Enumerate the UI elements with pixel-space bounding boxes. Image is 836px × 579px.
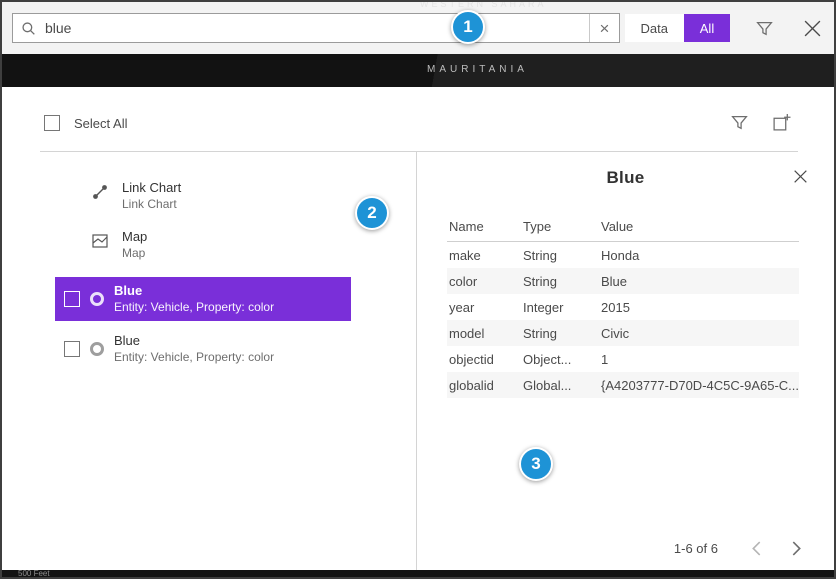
detail-header: Blue [417,168,834,188]
select-all-label: Select All [74,116,127,131]
cell-name: model [447,326,523,341]
property-table-body: make String Honda color String Blue year… [447,242,799,398]
property-table: Name Type Value make String Honda color … [447,212,799,398]
cell-value: {A4203777-D70D-4C5C-9A65-C... [601,378,799,393]
search-toolbar: WESTERN SAHARA × Data All [2,2,834,54]
filter-icon[interactable] [756,20,773,37]
item-subtitle: Entity: Vehicle, Property: color [114,301,274,314]
previous-page-icon[interactable] [744,541,768,556]
cell-name: globalid [447,378,523,393]
item-title: Blue [114,284,274,298]
item-title: Map [122,230,147,244]
cell-name: color [447,274,523,289]
close-detail-icon[interactable] [793,169,808,184]
cell-value: 1 [601,352,799,367]
entity-property-icon [90,342,104,356]
results-filter-icon[interactable] [731,113,748,132]
cell-value: Blue [601,274,799,289]
cell-type: Integer [523,300,601,315]
pagination: 1-6 of 6 [674,541,808,556]
app-window: WESTERN SAHARA × Data All MAURITANIA Sel… [0,0,836,579]
annotation-badge-2: 2 [355,196,389,230]
column-name: Name [447,219,523,234]
cell-value: Civic [601,326,799,341]
scope-toggle: Data All [625,14,730,42]
annotation-badge-3: 3 [519,447,553,481]
select-all-row: Select All [44,115,127,131]
column-value: Value [601,219,799,234]
property-row: year Integer 2015 [447,294,799,320]
list-item-map[interactable]: Map Map [90,230,147,260]
item-checkbox[interactable] [64,291,80,307]
scope-all-button[interactable]: All [684,14,730,42]
cell-value: 2015 [601,300,799,315]
cell-name: make [447,248,523,263]
property-row: model String Civic [447,320,799,346]
list-item-blue[interactable]: Blue Entity: Vehicle, Property: color [55,327,351,371]
property-row: make String Honda [447,242,799,268]
map-background-bottom: 500 Feet [2,570,834,577]
property-row: objectid Object... 1 [447,346,799,372]
search-icon [21,21,36,36]
search-results-panel: Select All Link Chart Link Char [2,87,834,570]
cell-type: String [523,248,601,263]
next-page-icon[interactable] [784,541,808,556]
entity-property-icon [90,292,104,306]
item-subtitle: Entity: Vehicle, Property: color [114,351,274,364]
results-list: Link Chart Link Chart Map Map [2,152,416,570]
results-body: Link Chart Link Chart Map Map [2,152,834,570]
clear-search-button[interactable]: × [589,14,619,42]
detail-title: Blue [606,168,644,187]
link-chart-icon [90,183,110,201]
map-icon [90,232,110,250]
cell-type: Global... [523,378,601,393]
cell-name: objectid [447,352,523,367]
scope-data-button[interactable]: Data [625,14,684,42]
item-subtitle: Map [122,247,147,260]
panel-actions [731,113,791,132]
annotation-badge-1: 1 [451,10,485,44]
property-row: globalid Global... {A4203777-D70D-4C5C-9… [447,372,799,398]
list-item-link-chart[interactable]: Link Chart Link Chart [90,181,181,211]
item-checkbox[interactable] [64,341,80,357]
cell-type: Object... [523,352,601,367]
item-subtitle: Link Chart [122,198,181,211]
cell-name: year [447,300,523,315]
list-item-blue-selected[interactable]: Blue Entity: Vehicle, Property: color [55,277,351,321]
map-scale-label: 500 Feet [18,570,50,577]
search-box[interactable]: × [12,13,620,43]
property-table-header: Name Type Value [447,212,799,242]
close-search-icon[interactable] [803,19,822,38]
item-title: Link Chart [122,181,181,195]
cell-type: String [523,326,601,341]
map-label-mauritania: MAURITANIA [427,64,528,75]
map-background-top: MAURITANIA [2,54,834,87]
column-type: Type [523,219,601,234]
cell-type: String [523,274,601,289]
select-all-checkbox[interactable] [44,115,60,131]
item-title: Blue [114,334,274,348]
property-row: color String Blue [447,268,799,294]
pagination-label: 1-6 of 6 [674,541,718,556]
cell-value: Honda [601,248,799,263]
detail-panel: Blue Name Type Value make String [416,152,834,570]
add-selection-icon[interactable] [772,113,791,132]
map-label-western-sahara: WESTERN SAHARA [420,2,547,9]
search-input[interactable] [45,20,589,36]
